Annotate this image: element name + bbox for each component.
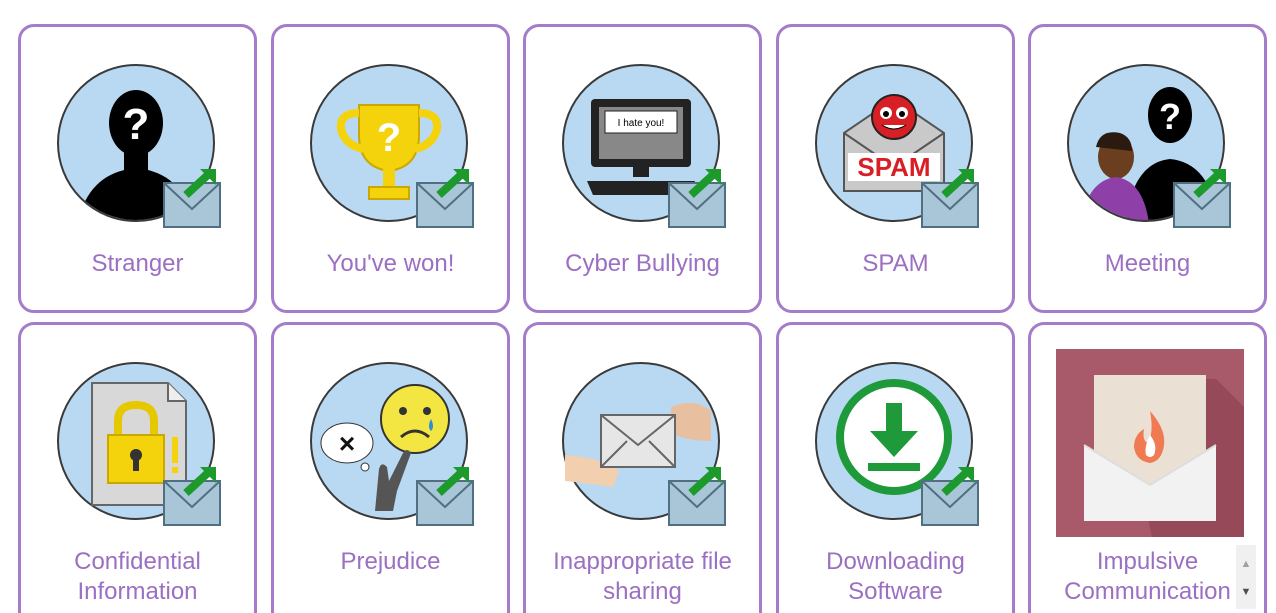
tile-label: Meeting <box>1104 250 1191 277</box>
tile-spam[interactable]: SPAM SPAM <box>776 24 1015 313</box>
scroll-down-arrow-icon[interactable]: ▼ <box>1236 583 1256 601</box>
tile-prejudice[interactable]: × Prejudice <box>271 322 510 613</box>
tile-impulsive-communication[interactable]: Impulsive Communication <box>1028 322 1267 613</box>
tile-label: Cyber Bullying <box>565 250 720 277</box>
tile-meeting[interactable]: ? Meeting <box>1028 24 1267 313</box>
tile-label: You've won! <box>326 250 455 277</box>
download-icon <box>814 361 986 533</box>
activity-grid: ? Stranger ? You've won! I hate you! Cyb… <box>0 0 1276 613</box>
tile-label: Confidential Information <box>74 548 201 605</box>
sad-face-icon: × <box>309 361 481 533</box>
tile-label: Prejudice <box>340 548 441 575</box>
tile-youve-won[interactable]: ? You've won! <box>271 24 510 313</box>
tile-label: SPAM <box>862 250 929 277</box>
svg-text:×: × <box>339 428 355 459</box>
tile-label: Impulsive Communication <box>1064 548 1231 605</box>
fire-envelope-icon <box>1056 349 1244 537</box>
tile-stranger[interactable]: ? Stranger <box>18 24 257 313</box>
scroll-up-arrow-icon[interactable]: ▲ <box>1236 555 1256 573</box>
spam-icon: SPAM <box>814 63 986 235</box>
svg-text:?: ? <box>1159 96 1181 137</box>
trophy-icon: ? <box>309 63 481 235</box>
tile-downloading-software[interactable]: Downloading Software <box>776 322 1015 613</box>
screen-text: I hate you! <box>618 118 665 129</box>
stranger-icon: ? <box>56 63 228 235</box>
tile-label: Downloading Software <box>826 548 965 605</box>
svg-text:?: ? <box>377 116 401 160</box>
envelope-hands-icon <box>561 361 733 533</box>
tile-label: Stranger <box>91 250 184 277</box>
padlock-document-icon <box>56 361 228 533</box>
meeting-icon: ? <box>1066 63 1238 235</box>
tile-label: Inappropriate file sharing <box>553 548 732 605</box>
spam-badge-text: SPAM <box>857 152 930 182</box>
tile-confidential-information[interactable]: Confidential Information <box>18 322 257 613</box>
tile-inappropriate-file-sharing[interactable]: Inappropriate file sharing <box>523 322 762 613</box>
svg-text:?: ? <box>123 100 150 149</box>
tile-cyber-bullying[interactable]: I hate you! Cyber Bullying <box>523 24 762 313</box>
computer-bullying-icon: I hate you! <box>561 63 733 235</box>
scrollbar[interactable]: ▲ ▼ <box>1236 545 1256 609</box>
